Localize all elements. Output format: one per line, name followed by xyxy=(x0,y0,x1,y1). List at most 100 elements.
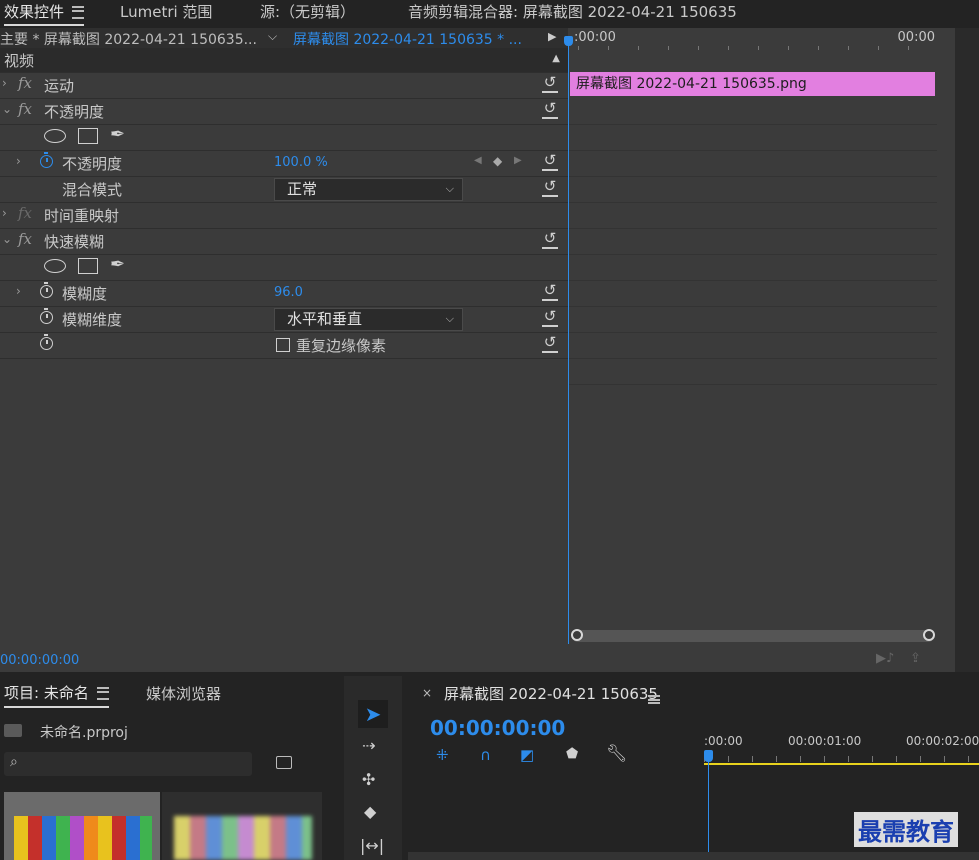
media-browser-tab[interactable]: 媒体浏览器 xyxy=(146,683,221,704)
scroll-handle-right[interactable] xyxy=(923,629,935,641)
rectangle-mask-icon[interactable] xyxy=(78,258,98,274)
rectangle-mask-icon[interactable] xyxy=(78,128,98,144)
effect-mini-timeline[interactable]: :00:00 00:00 屏幕截图 2022-04-21 150635.png xyxy=(564,30,955,648)
project-tab[interactable]: 项目: 未命名 xyxy=(4,682,109,708)
master-clip-label[interactable]: 主要 * 屏幕截图 2022-04-21 150635... xyxy=(0,29,257,49)
pen-mask-icon[interactable]: ✒ xyxy=(110,124,125,145)
stopwatch-icon[interactable] xyxy=(40,308,53,324)
stopwatch-icon[interactable] xyxy=(40,334,53,350)
blurriness-value[interactable]: 96.0 xyxy=(274,285,303,300)
media-thumbnail[interactable] xyxy=(162,792,322,860)
panel-menu-icon[interactable] xyxy=(648,694,660,704)
timeline-scrollbar[interactable] xyxy=(408,852,979,860)
sequence-ruler[interactable]: :00:00 00:00:01:00 00:00:02:00 xyxy=(704,732,979,766)
tab-effect-controls[interactable]: 效果控件 xyxy=(4,0,85,28)
expand-chevron-icon[interactable]: › xyxy=(16,284,21,298)
tab-lumetri-scopes[interactable]: Lumetri 范围 xyxy=(120,0,212,28)
ellipse-mask-icon[interactable] xyxy=(44,259,66,273)
fx-icon[interactable]: fx xyxy=(18,100,32,118)
selection-tool-icon[interactable]: ➤ xyxy=(358,700,388,728)
slip-tool-icon[interactable]: |↔| xyxy=(360,836,384,855)
insert-nest-icon[interactable]: ⁜ xyxy=(436,746,449,764)
effect-row-fast-blur[interactable]: ⌄ fx 快速模糊 ↺ xyxy=(0,228,568,255)
playhead-line[interactable] xyxy=(568,40,569,644)
blend-mode-select[interactable]: 正常 ⌵ xyxy=(274,178,463,201)
tab-audio-clip-mixer[interactable]: 音频剪辑混合器: 屏幕截图 2022-04-21 150635 xyxy=(408,0,737,28)
play-audio-icon[interactable]: ▶♪ xyxy=(876,651,894,666)
clip-bar[interactable]: 屏幕截图 2022-04-21 150635.png xyxy=(570,72,935,96)
reset-icon[interactable]: ↺ xyxy=(542,230,558,249)
blend-mode-value: 正常 xyxy=(287,180,318,198)
ripple-edit-tool-icon[interactable]: ✣ xyxy=(362,770,375,789)
project-file-name: 未命名.prproj xyxy=(40,725,128,741)
opacity-value[interactable]: 100.0 % xyxy=(274,155,328,170)
tab-source[interactable]: 源:（无剪辑） xyxy=(260,0,355,28)
reset-icon[interactable]: ↺ xyxy=(542,308,558,327)
row-line xyxy=(568,358,937,359)
add-keyframe-icon[interactable]: ◆ xyxy=(493,154,502,168)
ruler-end-label: 00:00 xyxy=(897,30,935,45)
playhead-marker[interactable] xyxy=(564,36,573,46)
expand-chevron-icon[interactable]: › xyxy=(2,206,7,220)
search-input[interactable] xyxy=(28,754,248,772)
track-select-tool-icon[interactable]: ⇢ xyxy=(362,736,375,755)
sequence-tab-title[interactable]: 屏幕截图 2022-04-21 150635 xyxy=(444,683,658,704)
panel-menu-icon[interactable] xyxy=(72,6,85,19)
scroll-handle-left[interactable] xyxy=(571,629,583,641)
reset-icon[interactable]: ↺ xyxy=(542,152,558,171)
effect-row-opacity[interactable]: ⌄ fx 不透明度 ↺ xyxy=(0,98,568,125)
ruler-label: 00:00:01:00 xyxy=(788,734,862,748)
sequence-playhead-marker[interactable] xyxy=(704,750,713,762)
effect-row-motion[interactable]: › fx 运动 ↺ xyxy=(0,72,568,99)
stopwatch-icon[interactable] xyxy=(40,282,53,298)
blur-dimensions-select[interactable]: 水平和垂直 ⌵ xyxy=(274,308,463,331)
timeline-ruler[interactable]: :00:00 00:00 xyxy=(568,28,955,52)
tab-audio-mixer-label: 音频剪辑混合器: 屏幕截图 2022-04-21 150635 xyxy=(408,3,737,21)
reset-icon[interactable]: ↺ xyxy=(542,334,558,353)
sequence-playhead-line[interactable] xyxy=(708,762,709,860)
param-blurriness-label: 模糊度 xyxy=(62,285,108,303)
effect-row-time-remap[interactable]: › fx 时间重映射 xyxy=(0,202,568,229)
sequence-timecode[interactable]: 00:00:00:00 xyxy=(430,716,565,740)
reset-icon[interactable]: ↺ xyxy=(542,74,558,93)
wrench-icon[interactable]: 🔧︎ xyxy=(606,744,628,764)
pen-mask-icon[interactable]: ✒ xyxy=(110,254,125,275)
snap-magnet-icon[interactable]: ∩ xyxy=(480,746,491,764)
current-time-display[interactable]: 00:00:00:00 xyxy=(0,653,79,668)
fx-icon[interactable]: fx xyxy=(18,74,32,92)
right-edge-panel xyxy=(955,28,979,672)
panel-menu-icon[interactable] xyxy=(96,687,109,700)
fx-icon[interactable]: fx xyxy=(18,230,32,248)
ellipse-mask-icon[interactable] xyxy=(44,129,66,143)
fx-icon[interactable]: fx xyxy=(18,204,32,222)
play-only-clip-icon[interactable]: ▶ xyxy=(548,30,556,43)
prev-keyframe-icon[interactable]: ◀ xyxy=(474,155,482,166)
stopwatch-icon[interactable] xyxy=(40,152,53,168)
reset-icon[interactable]: ↺ xyxy=(542,178,558,197)
reset-icon[interactable]: ↺ xyxy=(542,100,558,119)
razor-tool-icon[interactable]: ◆ xyxy=(364,802,376,821)
collapse-chevron-icon[interactable]: ⌄ xyxy=(2,232,12,246)
collapse-up-icon[interactable]: ▲ xyxy=(552,53,560,64)
reset-icon[interactable]: ↺ xyxy=(542,282,558,301)
sequence-clip-label[interactable]: 屏幕截图 2022-04-21 150635 * ... xyxy=(293,29,522,49)
project-search[interactable]: ⌕ xyxy=(4,752,252,776)
repeat-edge-checkbox[interactable] xyxy=(276,338,290,352)
export-frame-icon[interactable]: ⇪ xyxy=(910,651,921,666)
collapse-chevron-icon[interactable]: ⌄ xyxy=(2,102,12,116)
work-area-bar[interactable] xyxy=(704,763,979,765)
project-file-row: 未命名.prproj xyxy=(0,718,338,744)
param-row-opacity: › 不透明度 100.0 % ◀ ◆ ▶ ↺ xyxy=(0,150,568,177)
add-marker-icon[interactable]: ⬟ xyxy=(566,746,578,762)
linked-selection-icon[interactable]: ◩ xyxy=(520,746,534,764)
effect-time-remap-label: 时间重映射 xyxy=(44,207,120,225)
mask-tools-row: ✒ xyxy=(0,124,568,151)
expand-chevron-icon[interactable]: › xyxy=(16,154,21,168)
next-keyframe-icon[interactable]: ▶ xyxy=(514,155,522,166)
zoom-scrollbar[interactable] xyxy=(571,629,935,642)
media-thumbnail[interactable] xyxy=(4,792,160,860)
close-icon[interactable]: × xyxy=(422,686,432,700)
chevron-down-icon[interactable]: ⌵ xyxy=(268,29,277,44)
expand-chevron-icon[interactable]: › xyxy=(2,76,7,90)
new-bin-icon[interactable] xyxy=(276,756,292,769)
